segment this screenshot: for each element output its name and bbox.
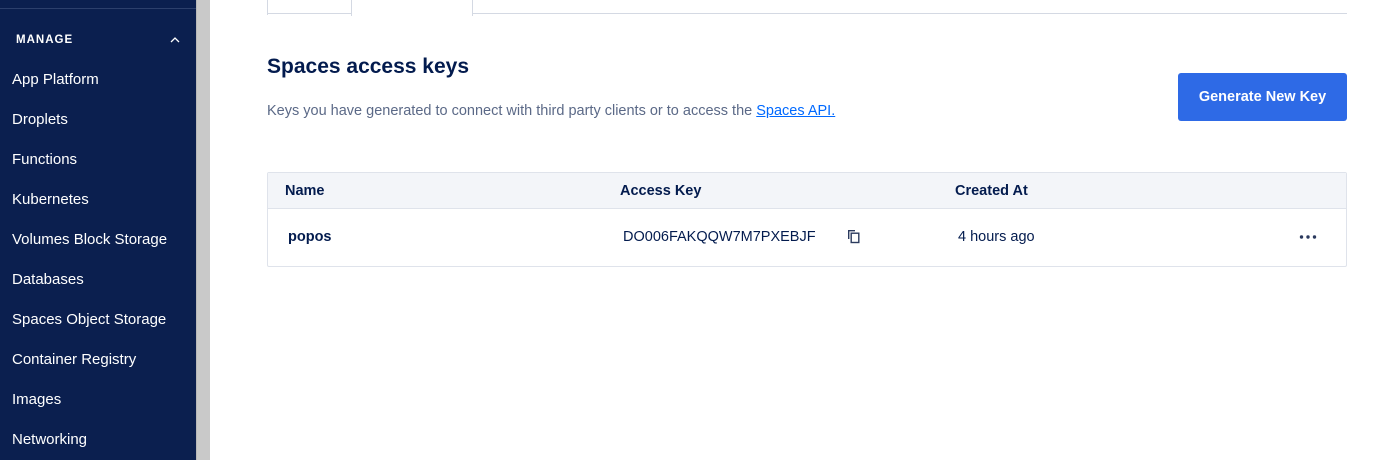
- chevron-up-icon[interactable]: [168, 33, 182, 47]
- access-keys-table: Name Access Key Created At popos DO006FA…: [267, 172, 1347, 267]
- sidebar-divider: [0, 8, 196, 9]
- table-header: Name Access Key Created At: [268, 173, 1346, 209]
- description-text: Keys you have generated to connect with …: [267, 103, 757, 119]
- tab-previous[interactable]: [267, 0, 351, 15]
- generate-new-key-button[interactable]: Generate New Key: [1178, 73, 1347, 121]
- sidebar-item-droplets[interactable]: Droplets: [0, 100, 196, 140]
- tab-bar: [267, 0, 1347, 16]
- spaces-api-link[interactable]: Spaces API.: [756, 103, 835, 119]
- sidebar-item-databases[interactable]: Databases: [0, 260, 196, 300]
- copy-icon[interactable]: [846, 228, 862, 244]
- sidebar-item-app-platform[interactable]: App Platform: [0, 60, 196, 100]
- column-header-access-key: Access Key: [620, 183, 702, 199]
- sidebar-item-images[interactable]: Images: [0, 380, 196, 420]
- sidebar: MANAGE App Platform Droplets Functions K…: [0, 0, 196, 460]
- scrollbar[interactable]: [196, 0, 210, 460]
- tab-spaces-keys[interactable]: [351, 0, 473, 16]
- sidebar-item-networking[interactable]: Networking: [0, 420, 196, 460]
- page-description: Keys you have generated to connect with …: [267, 103, 835, 119]
- sidebar-item-spaces[interactable]: Spaces Object Storage: [0, 300, 196, 340]
- more-horizontal-icon[interactable]: [1296, 227, 1320, 247]
- column-header-created-at: Created At: [955, 183, 1028, 199]
- sidebar-item-container-registry[interactable]: Container Registry: [0, 340, 196, 380]
- created-at-value: 4 hours ago: [958, 229, 1035, 245]
- access-key-value: DO006FAKQQW7M7PXEBJF: [623, 229, 816, 245]
- manage-section-header[interactable]: MANAGE: [16, 31, 182, 49]
- table-row: popos DO006FAKQQW7M7PXEBJF 4 hours ago: [268, 209, 1346, 266]
- page-title: Spaces access keys: [267, 55, 470, 78]
- section-title: MANAGE: [16, 34, 74, 46]
- sidebar-item-volumes[interactable]: Volumes Block Storage: [0, 220, 196, 260]
- sidebar-item-kubernetes[interactable]: Kubernetes: [0, 180, 196, 220]
- sidebar-nav: App Platform Droplets Functions Kubernet…: [0, 60, 196, 460]
- key-name: popos: [288, 229, 332, 245]
- sidebar-item-functions[interactable]: Functions: [0, 140, 196, 180]
- column-header-name: Name: [285, 183, 325, 199]
